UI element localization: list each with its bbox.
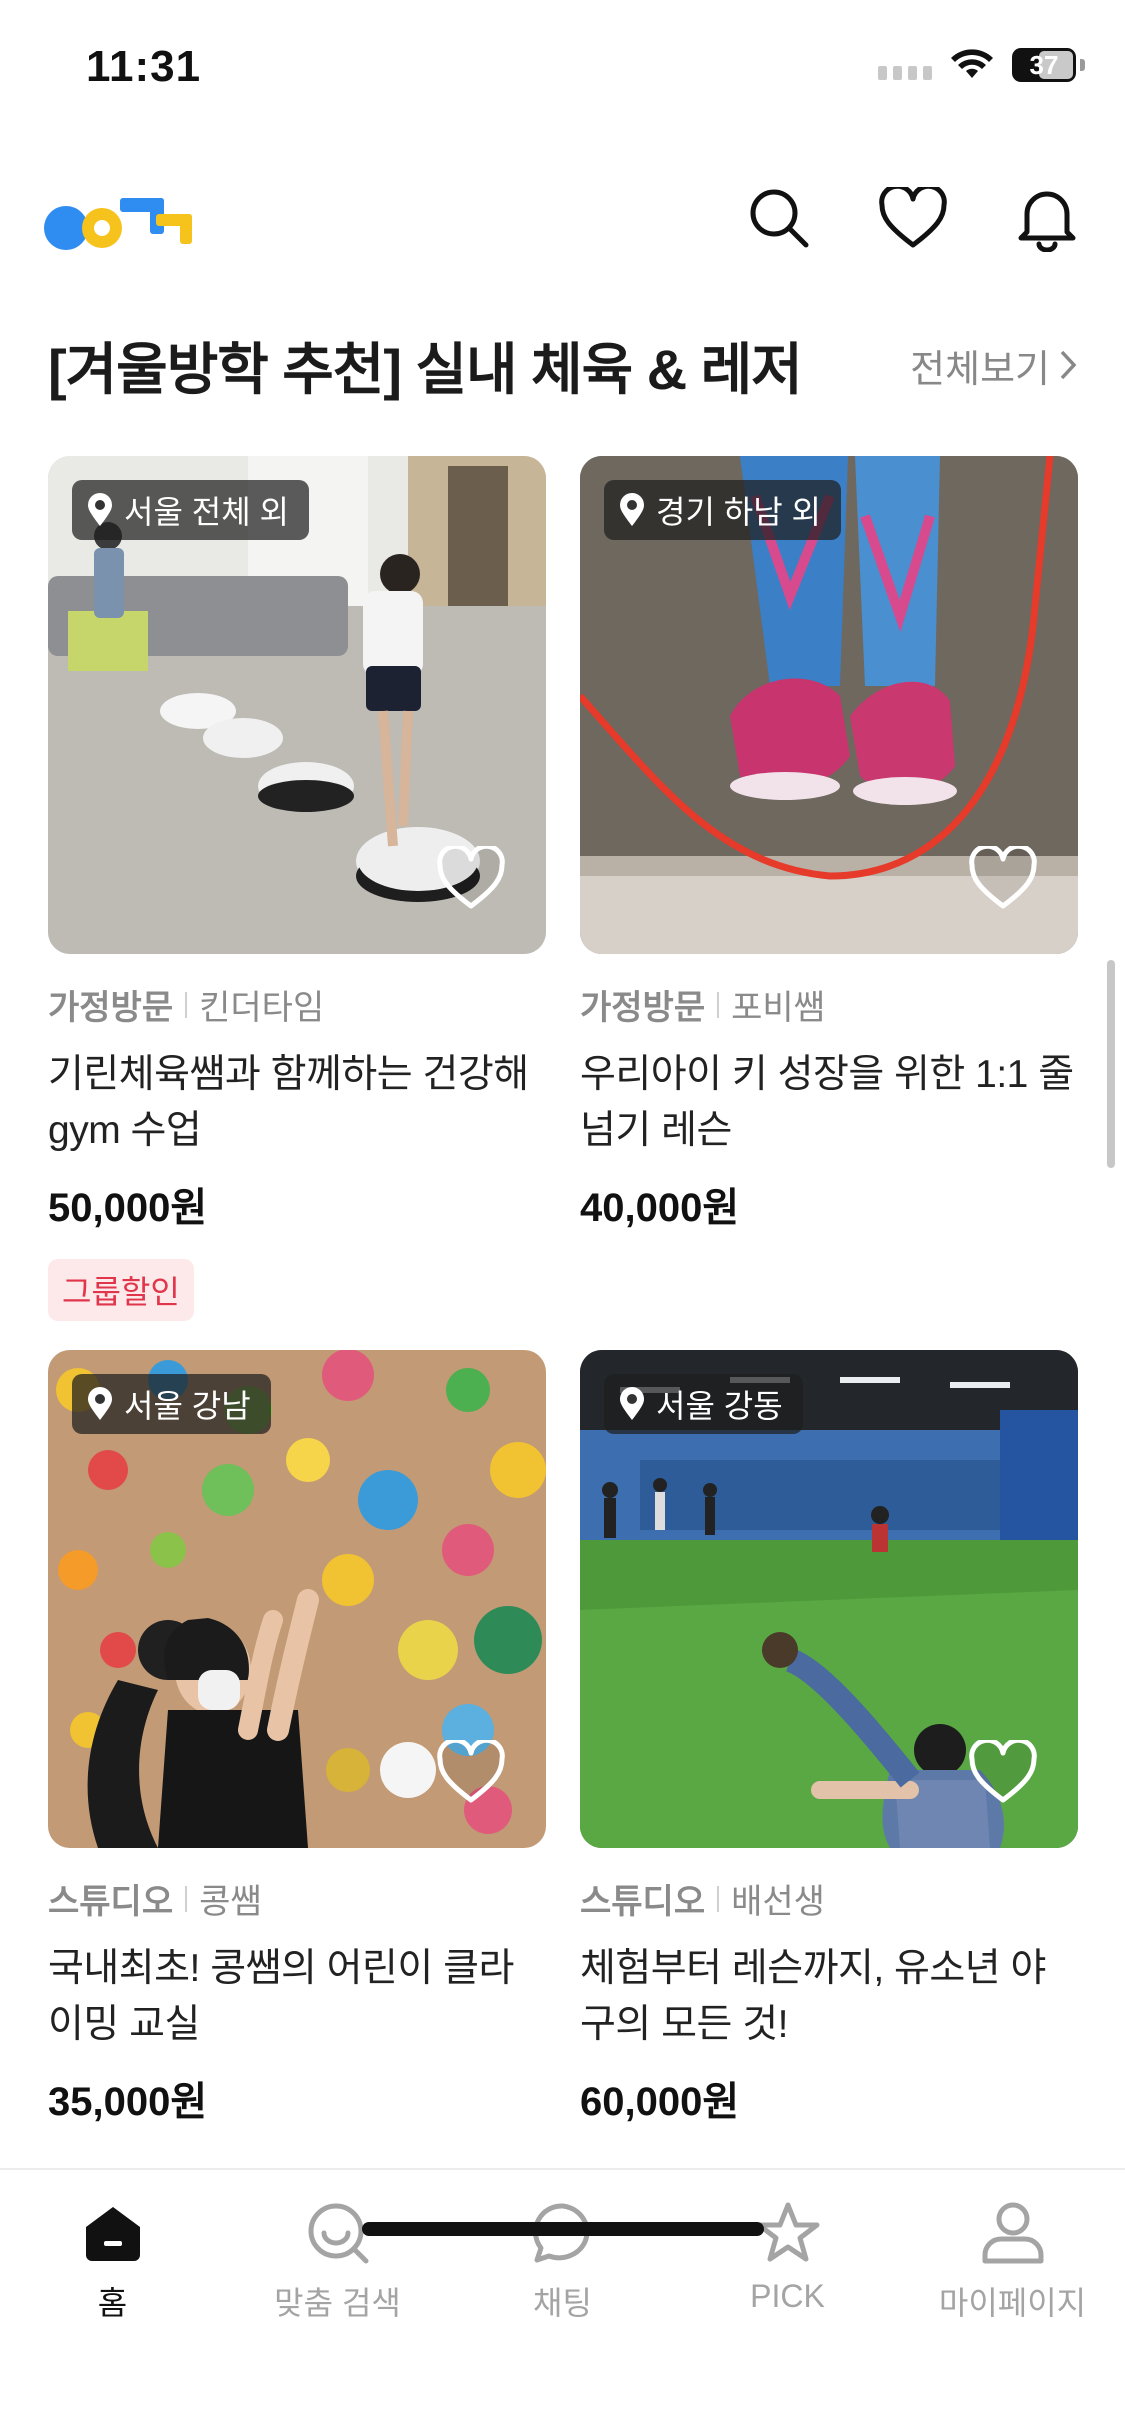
class-meta: 스튜디오 배선생 — [580, 1874, 1078, 1923]
location-label: 서울 강남 — [124, 1388, 251, 1424]
search-icon[interactable] — [741, 180, 817, 256]
scroll-indicator[interactable] — [1107, 960, 1115, 1168]
class-thumbnail: 서울 전체 외 — [48, 456, 546, 954]
location-pin-icon — [620, 493, 644, 526]
location-pin-icon — [88, 1387, 112, 1420]
class-meta: 스튜디오 콩쌤 — [48, 1874, 546, 1923]
bottom-tab-bar: 홈 맞춤 검색 채팅 PICK 마이페이지 — [0, 2168, 1125, 2436]
app-header — [0, 160, 1125, 280]
bell-icon[interactable] — [1009, 180, 1085, 256]
class-type: 스튜디오 — [48, 1883, 174, 1921]
tab-chat[interactable]: 채팅 — [463, 2198, 663, 2324]
class-card[interactable]: 서울 전체 외 가정방문 킨더타임 기린체육쌤과 함께하는 건강해 gym 수업… — [48, 456, 546, 1321]
tab-label: PICK — [750, 2278, 825, 2314]
heart-icon[interactable] — [875, 180, 951, 256]
teacher-name: 콩쌤 — [199, 1883, 262, 1921]
tab-label: 홈 — [97, 2285, 128, 2321]
star-icon — [753, 2198, 823, 2268]
location-badge: 서울 전체 외 — [72, 480, 309, 540]
class-title: 우리아이 키 성장을 위한 1:1 줄넘기 레슨 — [580, 1053, 1074, 1152]
location-label: 경기 하남 외 — [656, 494, 821, 530]
teacher-name: 킨더타임 — [199, 989, 325, 1027]
person-icon — [978, 2198, 1048, 2268]
meta-divider — [717, 1885, 720, 1912]
location-pin-icon — [88, 493, 112, 526]
location-badge: 서울 강동 — [604, 1374, 803, 1434]
status-bar: 11:31 37 — [0, 0, 1125, 140]
class-title: 체험부터 레슨까지, 유소년 야구의 모든 것! — [580, 1947, 1046, 2046]
class-card[interactable]: 경기 하남 외 가정방문 포비쌤 우리아이 키 성장을 위한 1:1 줄넘기 레… — [580, 456, 1078, 1233]
class-thumbnail: 서울 강동 — [580, 1350, 1078, 1848]
class-thumbnail: 경기 하남 외 — [580, 456, 1078, 954]
class-price: 40,000원 — [580, 1186, 740, 1230]
location-badge: 서울 강남 — [72, 1374, 271, 1434]
tab-mypage[interactable]: 마이페이지 — [913, 2198, 1113, 2324]
header-actions — [741, 180, 1085, 256]
status-time: 11:31 — [86, 42, 202, 91]
location-label: 서울 강동 — [656, 1388, 783, 1424]
meta-divider — [185, 991, 188, 1018]
heart-icon[interactable] — [436, 846, 506, 910]
class-price: 60,000원 — [580, 2080, 740, 2124]
heart-icon[interactable] — [968, 1740, 1038, 1804]
status-indicators: 37 — [878, 48, 1085, 82]
meta-divider — [717, 991, 720, 1018]
class-meta: 가정방문 포비쌤 — [580, 980, 1078, 1029]
location-badge: 경기 하남 외 — [604, 480, 841, 540]
teacher-name: 포비쌤 — [731, 989, 825, 1027]
class-card[interactable]: 서울 강동 스튜디오 배선생 체험부터 레슨까지, 유소년 야구의 모든 것! … — [580, 1350, 1078, 2127]
heart-icon[interactable] — [968, 846, 1038, 910]
class-title: 국내최초! 콩쌤의 어린이 클라이밍 교실 — [48, 1947, 514, 2046]
discount-tag: 그룹할인 — [48, 1259, 194, 1321]
class-meta: 가정방문 킨더타임 — [48, 980, 546, 1029]
chevron-right-icon — [1060, 350, 1077, 380]
class-type: 가정방문 — [580, 989, 706, 1027]
section-title: [겨울방학 추천] 실내 체육 & 레저 — [48, 337, 803, 401]
battery-level: 37 — [1029, 49, 1059, 80]
section-header: [겨울방학 추천] 실내 체육 & 레저 전체보기 — [48, 320, 1078, 410]
meta-divider — [185, 1885, 188, 1912]
tab-label: 맞춤 검색 — [274, 2285, 401, 2321]
tab-pick[interactable]: PICK — [688, 2198, 888, 2324]
class-title: 기린체육쌤과 함께하는 건강해 gym 수업 — [48, 1053, 529, 1152]
see-all-label: 전체보기 — [910, 348, 1050, 391]
cellular-signal-icon — [878, 50, 932, 80]
tab-home[interactable]: 홈 — [13, 2198, 213, 2324]
class-card[interactable]: 서울 강남 스튜디오 콩쌤 국내최초! 콩쌤의 어린이 클라이밍 교실 35,0… — [48, 1350, 546, 2127]
location-label: 서울 전체 외 — [124, 494, 289, 530]
battery-icon: 37 — [1012, 48, 1076, 82]
class-thumbnail: 서울 강남 — [48, 1350, 546, 1848]
class-price: 35,000원 — [48, 2080, 208, 2124]
tab-label: 채팅 — [533, 2285, 592, 2321]
tab-custom-search[interactable]: 맞춤 검색 — [238, 2198, 438, 2324]
class-type: 스튜디오 — [580, 1883, 706, 1921]
wifi-icon — [951, 49, 993, 78]
see-all-link[interactable]: 전체보기 — [910, 338, 1078, 393]
home-indicator[interactable] — [362, 2222, 764, 2236]
teacher-name: 배선생 — [731, 1883, 825, 1921]
class-type: 가정방문 — [48, 989, 174, 1027]
heart-icon[interactable] — [436, 1740, 506, 1804]
custom-search-icon — [303, 2198, 373, 2268]
colorful-logo[interactable] — [44, 180, 204, 260]
location-pin-icon — [620, 1387, 644, 1420]
class-price: 50,000원 — [48, 1186, 208, 1230]
home-icon — [78, 2198, 148, 2268]
tab-label: 마이페이지 — [938, 2285, 1087, 2321]
